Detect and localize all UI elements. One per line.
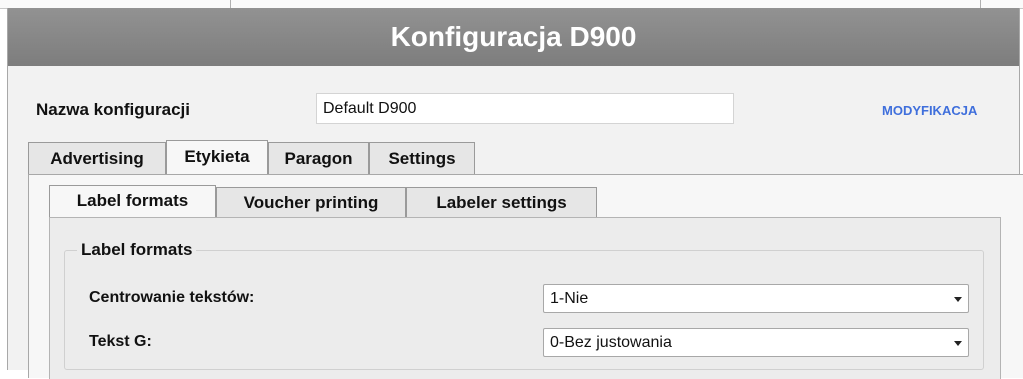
strip-divider <box>980 0 981 8</box>
tab-settings[interactable]: Settings <box>369 142 475 174</box>
centering-select-value: 1-Nie <box>550 290 589 307</box>
subtab-voucher-printing[interactable]: Voucher printing <box>216 187 406 217</box>
tab-paragon[interactable]: Paragon <box>268 142 369 174</box>
subtab-label-formats[interactable]: Label formats <box>49 185 216 218</box>
modify-link[interactable]: MODYFIKACJA <box>882 103 977 118</box>
centering-select[interactable]: 1-Nie <box>543 284 969 313</box>
text-g-select-value: 0-Bez justowania <box>550 334 672 351</box>
tab-etykieta[interactable]: Etykieta <box>166 140 268 175</box>
strip-divider <box>230 0 231 8</box>
chevron-down-icon <box>954 297 962 302</box>
centering-label: Centrowanie tekstów: <box>89 289 255 306</box>
chevron-down-icon <box>954 341 962 346</box>
text-g-select[interactable]: 0-Bez justowania <box>543 328 969 357</box>
tab-advertising[interactable]: Advertising <box>28 142 166 174</box>
text-g-label: Tekst G: <box>89 333 152 350</box>
subtab-labeler-settings[interactable]: Labeler settings <box>406 187 597 217</box>
config-name-input[interactable] <box>316 93 734 124</box>
etykieta-panel: Label formats Voucher printing Labeler s… <box>28 174 1023 379</box>
window-title: Konfiguracja D900 <box>8 8 1019 66</box>
fieldset-legend: Label formats <box>77 240 197 260</box>
label-formats-panel: Label formats Centrowanie tekstów: 1-Nie… <box>49 217 1001 379</box>
configuration-window: Konfiguracja D900 Nazwa konfiguracji MOD… <box>8 8 1023 379</box>
label-formats-fieldset: Label formats Centrowanie tekstów: 1-Nie… <box>64 240 984 370</box>
config-name-label: Nazwa konfiguracji <box>36 100 190 119</box>
